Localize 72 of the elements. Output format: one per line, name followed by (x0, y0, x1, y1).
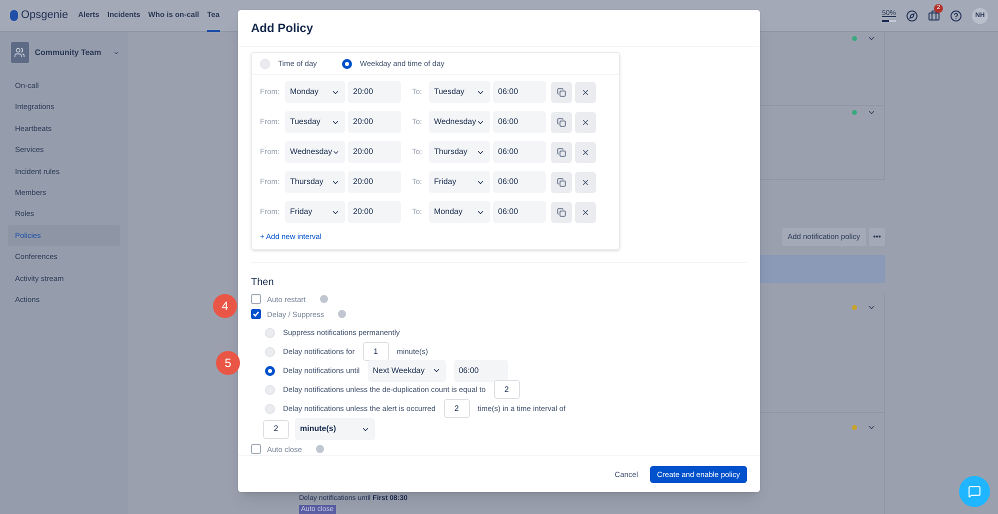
close-icon (581, 88, 590, 96)
chevron-icon[interactable] (867, 303, 876, 312)
copy-button[interactable] (551, 142, 572, 162)
radio-button[interactable] (265, 404, 275, 414)
input-field[interactable]: 20:00 (348, 141, 401, 163)
checkbox[interactable] (251, 309, 261, 320)
info-icon (320, 295, 328, 304)
close-icon (581, 208, 590, 216)
step-marker: 4 (213, 294, 237, 318)
copy-button[interactable] (551, 172, 572, 192)
input-field[interactable]: 06:00 (493, 141, 546, 163)
chevron-icon[interactable] (867, 108, 876, 117)
close-icon (581, 178, 590, 186)
number-field[interactable]: 2 (263, 420, 289, 439)
team-name[interactable]: Community Team (34, 46, 102, 58)
copy-button[interactable] (551, 112, 572, 132)
copy-icon (557, 148, 566, 156)
input-field[interactable]: 06:00 (493, 171, 546, 193)
select-field[interactable]: Wednesday (285, 141, 345, 163)
select-field[interactable]: Monday (429, 201, 490, 223)
chat-icon (968, 485, 981, 498)
select-field[interactable]: Friday (285, 201, 345, 223)
radio-button[interactable] (265, 328, 275, 338)
select-field[interactable]: Monday (285, 81, 345, 103)
close-icon (581, 148, 590, 156)
copy-icon (557, 178, 566, 186)
number-field[interactable]: 2 (494, 380, 520, 400)
dialog-title: Add Policy (251, 20, 314, 37)
checkbox[interactable] (251, 294, 261, 304)
then-heading: Then (251, 276, 275, 290)
input-field[interactable]: 06:00 (493, 81, 546, 103)
copy-button[interactable] (551, 82, 572, 102)
radio-button[interactable] (342, 58, 352, 68)
info-icon (338, 310, 346, 318)
step-marker: 5 (216, 351, 240, 375)
select-field[interactable]: Thursday (285, 171, 345, 193)
close-icon (581, 118, 590, 126)
chevron-icon[interactable] (867, 423, 876, 432)
checkbox[interactable] (251, 444, 261, 454)
radio-button[interactable] (260, 58, 270, 68)
input-field[interactable]: 06:00 (493, 111, 546, 133)
select-field[interactable]: Tuesday (429, 81, 490, 103)
copy-icon (557, 208, 566, 216)
logo[interactable]: Opsgenie (21, 7, 68, 24)
input-field[interactable]: 20:00 (348, 201, 401, 223)
chevron-icon[interactable] (867, 34, 876, 43)
select-field[interactable]: Tuesday (285, 111, 345, 133)
select-field[interactable]: Thursday (429, 141, 490, 163)
radio-button[interactable] (265, 366, 275, 376)
radio-button[interactable] (265, 384, 275, 395)
input-field[interactable]: 20:00 (348, 111, 401, 133)
chat-button[interactable] (959, 476, 990, 507)
compass-icon[interactable] (906, 10, 918, 22)
select-field[interactable]: Wednesday (429, 111, 490, 133)
help-icon[interactable] (950, 10, 962, 22)
copy-icon (557, 88, 566, 96)
briefcase-icon[interactable] (928, 10, 940, 22)
input-field[interactable]: 06:00 (493, 201, 546, 223)
input-field[interactable]: 20:00 (348, 171, 401, 193)
input-field[interactable]: 20:00 (348, 81, 401, 103)
info-icon (316, 445, 324, 454)
select-field[interactable]: Friday (429, 171, 490, 193)
number-field[interactable]: 1 (362, 342, 389, 362)
select-field[interactable]: Next Weekday (368, 360, 446, 382)
radio-button[interactable] (265, 346, 275, 357)
select-field[interactable]: minute(s) (295, 418, 375, 440)
copy-button[interactable] (551, 202, 572, 222)
people-icon (14, 47, 26, 58)
logo-icon (10, 10, 18, 21)
number-field[interactable]: 2 (444, 399, 470, 418)
copy-icon (557, 118, 566, 126)
input-field[interactable]: 06:00 (454, 360, 508, 382)
